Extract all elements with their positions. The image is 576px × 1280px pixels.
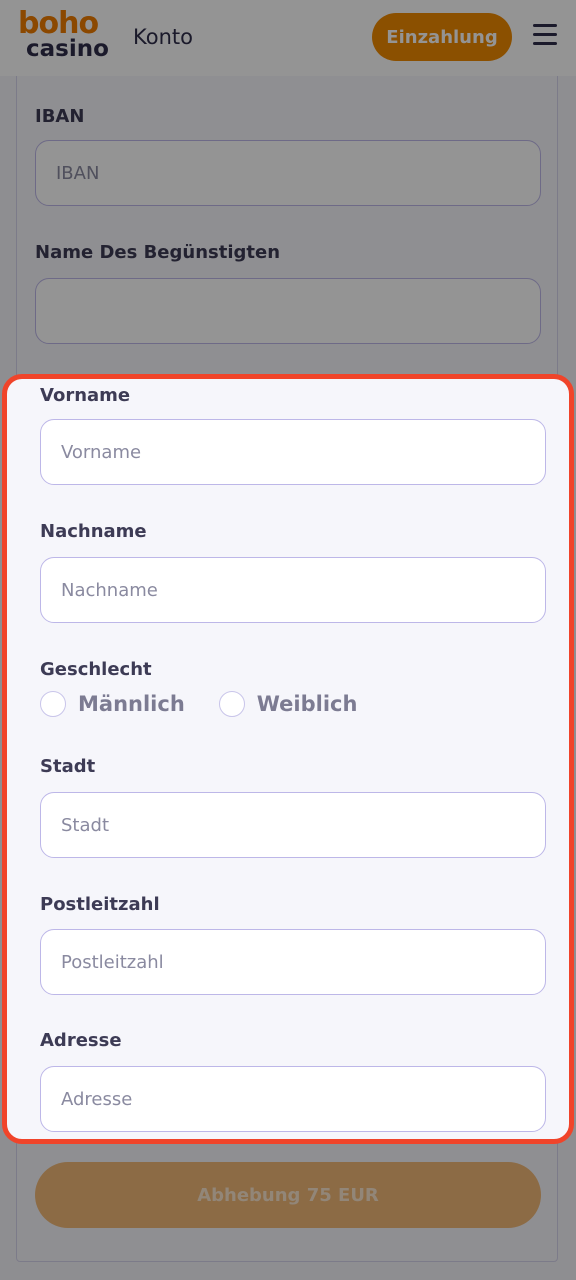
gender-radio-group: Männlich Weiblich: [40, 691, 391, 717]
deposit-button[interactable]: Einzahlung: [372, 13, 512, 61]
gender-option-male[interactable]: Männlich: [40, 691, 185, 717]
female-radio[interactable]: [218, 691, 245, 717]
last-name-label: Nachname: [40, 521, 147, 542]
hamburger-menu-icon[interactable]: [533, 24, 557, 46]
beneficiary-label: Name Des Begünstigten: [35, 242, 281, 263]
beneficiary-input[interactable]: [35, 278, 541, 344]
address-label: Adresse: [40, 1030, 122, 1051]
page: IBAN Name Des Begünstigten Abhebung 75 E…: [0, 0, 576, 1280]
postal-code-label: Postleitzahl: [40, 894, 160, 915]
postal-code-input[interactable]: [40, 929, 546, 995]
withdraw-button[interactable]: Abhebung 75 EUR: [35, 1162, 541, 1228]
iban-label: IBAN: [35, 106, 85, 127]
gender-label: Geschlecht: [40, 659, 152, 680]
city-input[interactable]: [40, 792, 546, 858]
first-name-input[interactable]: [40, 419, 546, 485]
boho-casino-logo[interactable]: boho casino: [14, 6, 109, 64]
logo-bottom-text: casino: [26, 36, 109, 62]
address-input[interactable]: [40, 1066, 546, 1132]
highlighted-personal-info-section: Vorname Nachname Geschlecht Männlich Wei…: [2, 374, 574, 1144]
iban-input[interactable]: [35, 140, 541, 206]
female-radio-label: Weiblich: [256, 692, 358, 716]
first-name-label: Vorname: [40, 385, 131, 406]
male-radio-label: Männlich: [78, 692, 185, 716]
male-radio[interactable]: [40, 691, 66, 717]
last-name-input[interactable]: [40, 557, 546, 623]
city-label: Stadt: [40, 756, 96, 777]
app-header: boho casino Konto Einzahlung: [0, 0, 576, 76]
gender-option-female[interactable]: Weiblich: [218, 691, 358, 717]
page-title: Konto: [133, 25, 193, 49]
